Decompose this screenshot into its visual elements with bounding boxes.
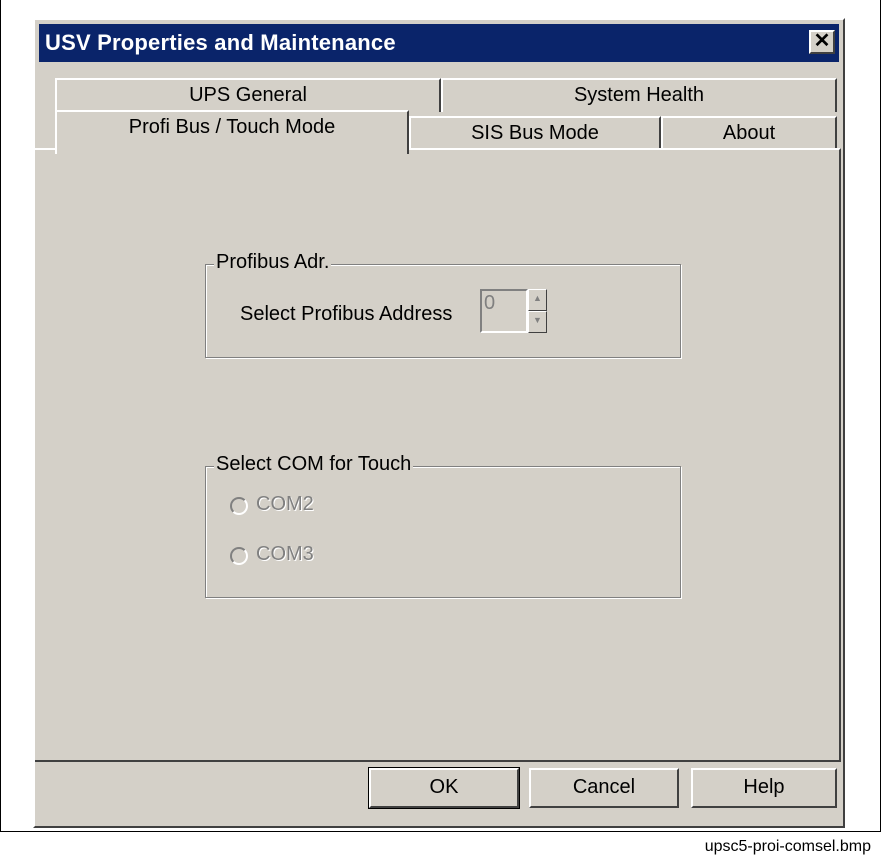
tab-label: UPS General	[189, 84, 307, 106]
window-title: USV Properties and Maintenance	[45, 30, 396, 55]
close-icon: ✕	[813, 30, 831, 52]
com-groupbox: Select COM for Touch COM2 COM3	[205, 453, 681, 598]
profibus-address-spinner: ▲ ▼	[528, 289, 547, 333]
cancel-button[interactable]: Cancel	[529, 768, 679, 808]
tab-about[interactable]: About	[661, 116, 837, 150]
tab-label: Profi Bus / Touch Mode	[128, 116, 336, 138]
select-profibus-address-label: Select Profibus Address	[240, 303, 453, 325]
ok-button[interactable]: OK	[368, 767, 520, 809]
tab-sis-bus-mode[interactable]: SIS Bus Mode	[409, 116, 661, 150]
help-label: Help	[743, 776, 785, 798]
tab-label: System Health	[573, 84, 705, 106]
profibus-groupbox: Profibus Adr. Select Profibus Address 0 …	[205, 251, 681, 358]
profibus-legend: Profibus Adr.	[214, 251, 332, 274]
chevron-down-icon: ▼	[533, 315, 542, 325]
chevron-up-icon: ▲	[533, 293, 542, 303]
cancel-label: Cancel	[572, 776, 636, 798]
ok-label: OK	[429, 776, 459, 798]
spin-down-button[interactable]: ▼	[528, 311, 547, 333]
tab-label: About	[722, 122, 776, 144]
tab-label: SIS Bus Mode	[471, 122, 599, 144]
properties-dialog: USV Properties and Maintenance ✕ UPS Gen…	[33, 18, 845, 828]
close-button[interactable]: ✕	[809, 30, 835, 54]
profibus-address-field[interactable]: 0	[480, 289, 528, 333]
com3-label: COM3	[256, 543, 314, 565]
help-button[interactable]: Help	[691, 768, 837, 808]
tab-profibus-touch-mode[interactable]: Profi Bus / Touch Mode	[55, 110, 409, 154]
tab-panel	[35, 148, 841, 762]
com-legend: Select COM for Touch	[214, 453, 414, 476]
com2-radio[interactable]	[230, 497, 248, 515]
com3-radio[interactable]	[230, 547, 248, 565]
tab-ups-general[interactable]: UPS General	[55, 78, 441, 112]
tab-system-health[interactable]: System Health	[441, 78, 837, 112]
com2-label: COM2	[256, 493, 314, 515]
profibus-address-value: 0	[484, 292, 496, 314]
image-caption: upsc5-proi-comsel.bmp	[704, 838, 871, 855]
title-bar: USV Properties and Maintenance ✕	[39, 24, 839, 62]
spin-up-button[interactable]: ▲	[528, 289, 547, 311]
